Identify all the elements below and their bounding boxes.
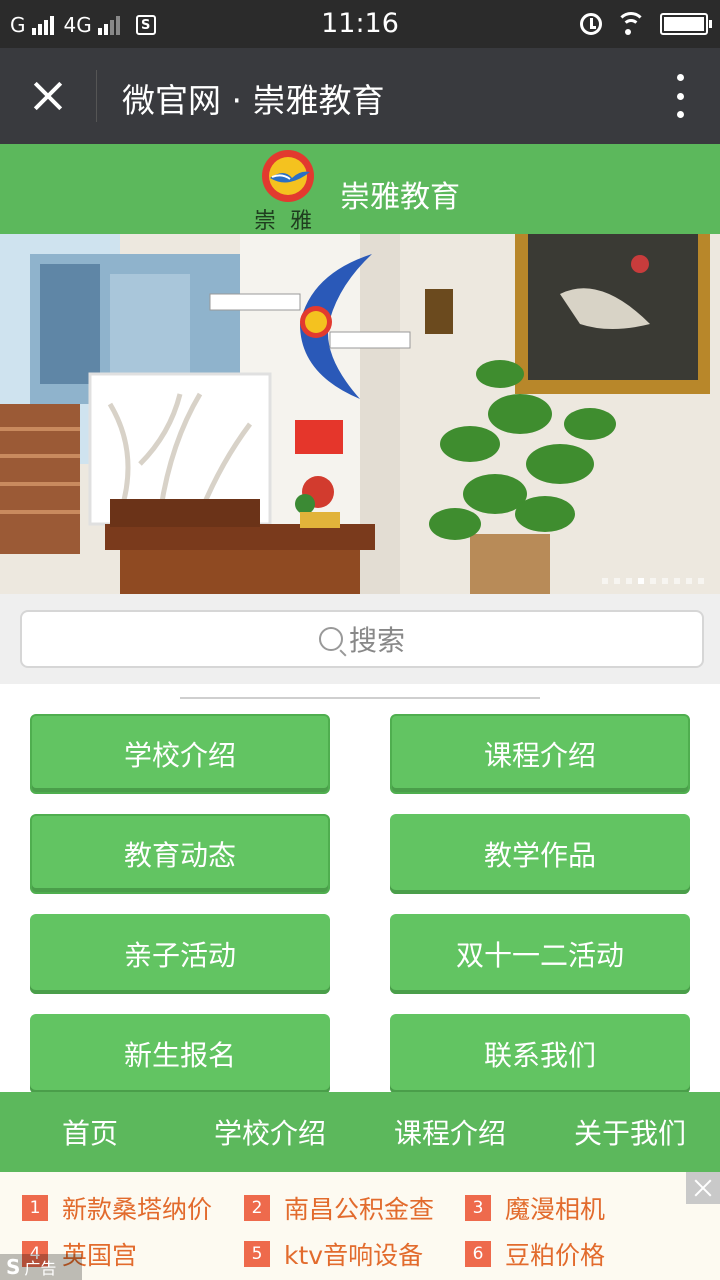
svg-text:雅: 雅 [290,209,312,232]
page-title: 微官网 · 崇雅教育 [122,81,385,120]
network-label: 4G [63,13,92,37]
signal-icon [31,15,54,35]
section-divider [180,697,540,699]
menu-button-double-eleven-activity[interactable]: 双十一二活动 [390,914,690,994]
ad-link[interactable]: 5 ktv音响设备 [244,1236,423,1272]
menu-button-new-student-signup[interactable]: 新生报名 [30,1014,330,1094]
ad-label-text: 广告 [24,1259,57,1278]
search-placeholder: 搜索 [348,624,405,657]
status-bar: G 4G S 11:16 [0,0,720,48]
carousel-dot[interactable] [602,578,608,584]
carousel-dot[interactable] [650,578,656,584]
carousel-dot[interactable] [674,578,680,584]
ad-link[interactable]: 6 豆粕价格 [465,1236,605,1272]
search-input[interactable]: 搜索 [20,610,704,668]
search-area: 搜索 [0,594,720,684]
ad-banner: 1 新款桑塔纳价 2 南昌公积金查 3 魔漫相机 4 英国宫 5 ktv音响设备… [0,1172,720,1280]
menu-button-education-news[interactable]: 教育动态 [30,814,330,894]
nav-divider [96,70,97,122]
close-icon[interactable] [22,72,74,120]
school-logo[interactable]: 崇 雅 [250,148,326,234]
wifi-icon [616,12,646,36]
ad-rank-badge: 2 [244,1195,270,1221]
ad-close-icon[interactable] [686,1172,720,1204]
menu-button-parent-child-activity[interactable]: 亲子活动 [30,914,330,994]
ad-link-text: 新款桑塔纳价 [62,1195,213,1224]
menu-button-school-intro[interactable]: 学校介绍 [30,714,330,794]
carrier-label: G [10,13,26,37]
ad-link-text: 南昌公积金查 [284,1195,435,1224]
menu-button-teaching-works[interactable]: 教学作品 [390,814,690,894]
bottom-nav-about-us[interactable]: 关于我们 [540,1092,720,1172]
carousel-dot[interactable] [686,578,692,584]
logo-emblem-icon: 崇 雅 [254,150,314,234]
battery-icon [660,13,712,35]
ad-rank-badge: 1 [22,1195,48,1221]
carousel-indicator [602,578,704,584]
bottom-nav-home[interactable]: 首页 [0,1092,180,1172]
ad-link[interactable]: 1 新款桑塔纳价 [22,1190,212,1226]
site-name: 崇雅教育 [340,180,460,215]
search-icon [318,627,343,651]
status-left: G 4G S [10,12,156,38]
ad-logo: S [6,1255,21,1279]
carousel-dot[interactable] [614,578,620,584]
ad-rank-badge: 5 [244,1241,270,1267]
status-right [580,10,712,38]
bottom-nav: 首页 学校介绍 课程介绍 关于我们 [0,1092,720,1172]
signal-weak-icon [97,15,120,35]
bottom-nav-course-intro[interactable]: 课程介绍 [360,1092,540,1172]
top-nav-bar: 微官网 · 崇雅教育 [0,48,720,144]
bottom-nav-school-intro[interactable]: 学校介绍 [180,1092,360,1172]
carousel-dot[interactable] [662,578,668,584]
ad-link[interactable]: 2 南昌公积金查 [244,1190,434,1226]
ad-link-text: 豆粕价格 [505,1241,606,1270]
notification-icon: S [135,15,156,35]
ad-label: S 广告 [0,1254,82,1280]
ad-link-text: 魔漫相机 [505,1195,606,1224]
alarm-icon [580,13,602,35]
carousel-dot[interactable] [638,578,644,584]
ad-link-text: ktv音响设备 [284,1241,424,1270]
carousel-dot[interactable] [626,578,632,584]
banner-carousel[interactable] [0,234,720,594]
site-header: 崇 雅 崇雅教育 [0,144,720,234]
ad-rank-badge: 3 [465,1195,491,1221]
menu-button-contact-us[interactable]: 联系我们 [390,1014,690,1094]
more-menu-icon[interactable] [670,74,690,118]
svg-text:崇: 崇 [254,209,276,232]
carousel-dot[interactable] [698,578,704,584]
menu-button-course-intro[interactable]: 课程介绍 [390,714,690,794]
banner-photo [0,234,720,594]
status-time: 11:16 [321,8,399,39]
ad-rank-badge: 6 [465,1241,491,1267]
ad-link[interactable]: 3 魔漫相机 [465,1190,605,1226]
